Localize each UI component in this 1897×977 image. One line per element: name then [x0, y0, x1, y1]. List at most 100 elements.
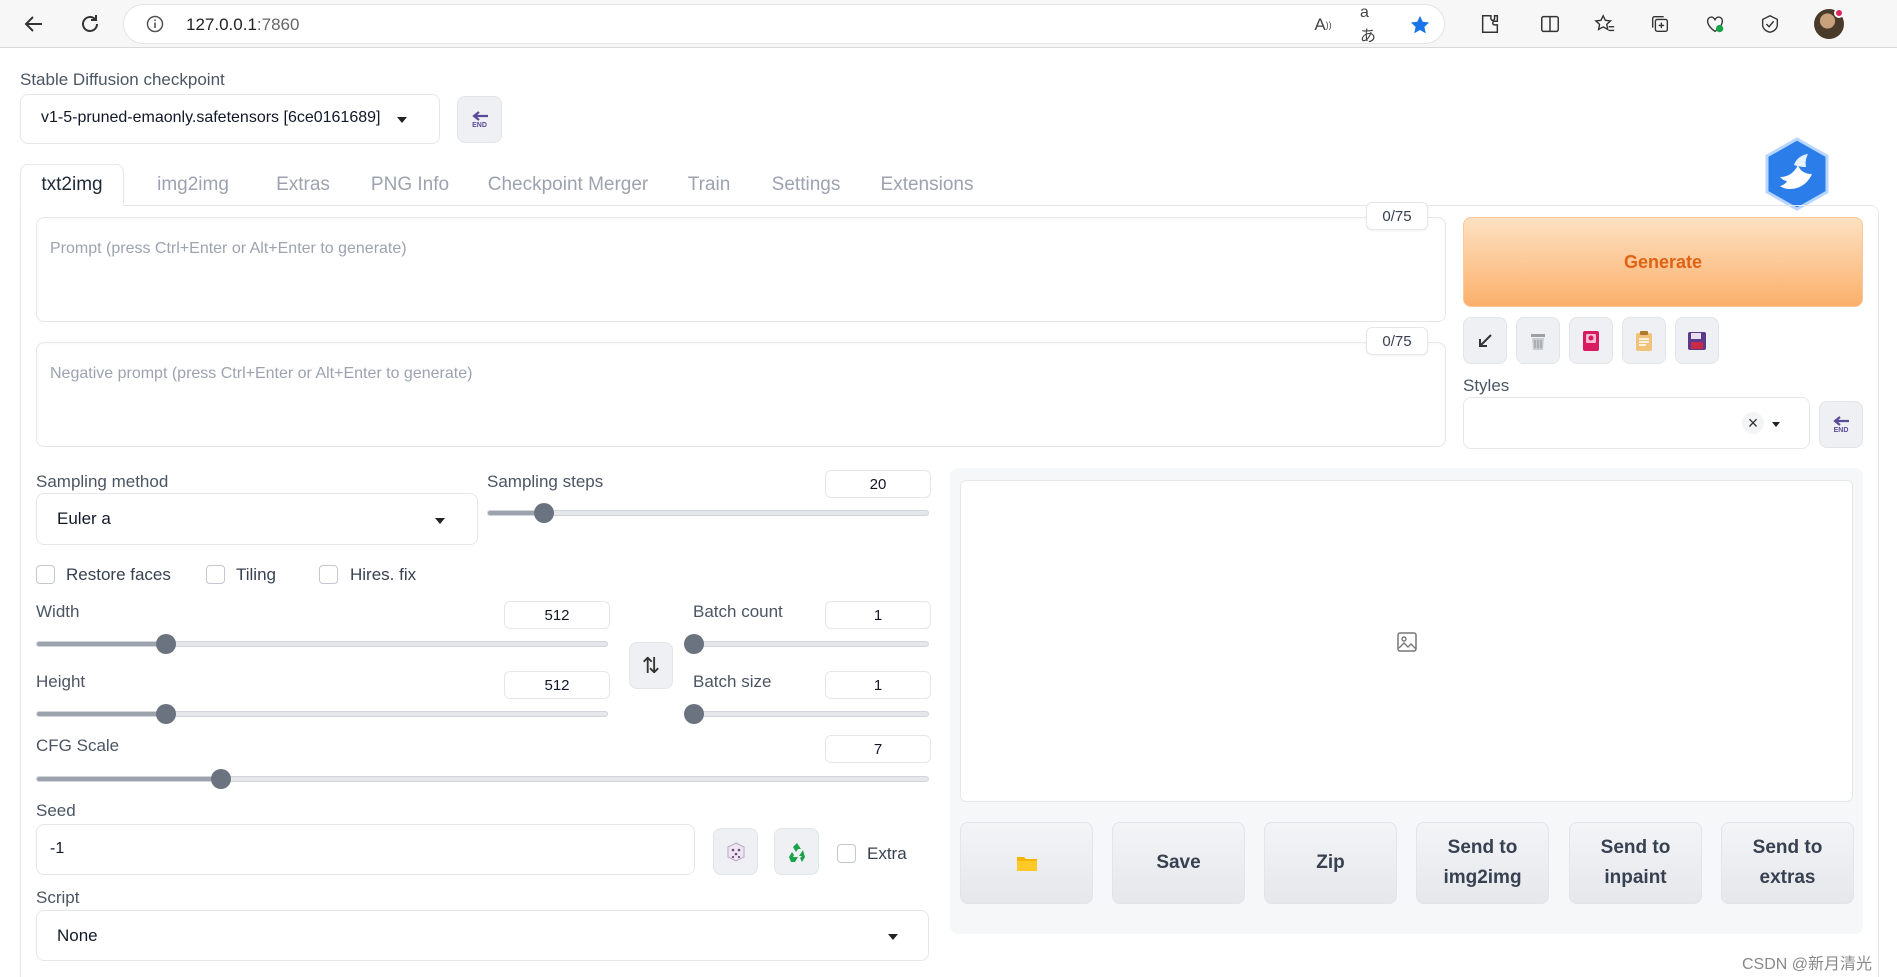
width-input[interactable]: 512 — [504, 601, 610, 629]
slider-thumb[interactable] — [155, 634, 176, 654]
address-bar[interactable]: 127.0.0.1:7860 A)) aあ — [124, 4, 1444, 45]
negative-prompt-textarea[interactable]: Negative prompt (press Ctrl+Enter or Alt… — [36, 342, 1446, 447]
back-button[interactable] — [18, 8, 50, 40]
cfg-scale-slider[interactable] — [36, 769, 929, 789]
profile-status-badge — [1834, 8, 1844, 18]
batch-size-slider[interactable] — [684, 704, 929, 724]
sampling-steps-input[interactable]: 20 — [825, 470, 931, 498]
script-dropdown[interactable]: None — [36, 910, 929, 961]
sampling-steps-slider[interactable] — [487, 503, 929, 523]
prompt-textarea[interactable]: Prompt (press Ctrl+Enter or Alt+Enter to… — [36, 217, 1446, 322]
save-button[interactable]: Save — [1112, 822, 1245, 904]
prompt-placeholder: Prompt (press Ctrl+Enter or Alt+Enter to… — [50, 240, 407, 257]
batch-count-label: Batch count — [693, 602, 783, 621]
width-slider[interactable] — [36, 634, 608, 654]
batch-size-label: Batch size — [693, 672, 772, 691]
translate-icon[interactable]: aあ — [1360, 4, 1382, 45]
tab-png-info[interactable]: PNG Info — [350, 164, 470, 206]
reuse-seed-button[interactable] — [774, 828, 819, 875]
arrow-left-icon — [24, 16, 42, 32]
chevron-down-icon — [1772, 422, 1780, 427]
health-icon[interactable] — [1702, 11, 1728, 37]
performance-icon[interactable] — [1757, 11, 1783, 37]
sampling-method-dropdown[interactable]: Euler a — [36, 493, 478, 545]
slider-thumb[interactable] — [684, 704, 704, 724]
restore-faces-checkbox[interactable] — [36, 565, 55, 584]
tiling-checkbox[interactable] — [206, 565, 225, 584]
clear-icon[interactable]: × — [1742, 412, 1764, 434]
tiling-label: Tiling — [236, 565, 276, 584]
browser-toolbar: 127.0.0.1:7860 A)) aあ — [0, 0, 1897, 48]
negative-prompt-placeholder: Negative prompt (press Ctrl+Enter or Alt… — [50, 365, 473, 382]
favorite-star-icon[interactable] — [1409, 14, 1431, 36]
extensions-icon[interactable] — [1477, 11, 1503, 37]
open-folder-button[interactable] — [960, 822, 1093, 904]
send-to-extras-button[interactable]: Send to extras — [1721, 822, 1854, 904]
read-aloud-icon[interactable]: A)) — [1312, 14, 1334, 36]
extra-networks-button[interactable] — [1569, 317, 1613, 364]
cfg-scale-input[interactable]: 7 — [825, 735, 931, 763]
generate-button[interactable]: Generate — [1463, 217, 1863, 307]
send-to-img2img-button[interactable]: Send to img2img — [1416, 822, 1549, 904]
bird-logo-icon — [1764, 137, 1830, 211]
tab-img2img[interactable]: img2img — [138, 164, 248, 206]
slider-thumb[interactable] — [684, 634, 704, 654]
image-placeholder-icon — [1397, 632, 1417, 652]
tab-checkpoint-merger[interactable]: Checkpoint Merger — [468, 164, 668, 206]
batch-count-slider[interactable] — [684, 634, 929, 654]
extra-seed-checkbox[interactable] — [837, 844, 856, 863]
sampling-method-value: Euler a — [57, 509, 111, 528]
tab-extensions[interactable]: Extensions — [862, 164, 992, 206]
refresh-checkpoint-button[interactable]: END — [457, 96, 502, 143]
clear-prompt-button[interactable] — [1516, 317, 1560, 364]
hires-fix-checkbox[interactable] — [319, 565, 338, 584]
tab-extras[interactable]: Extras — [256, 164, 350, 206]
prompt-token-counter: 0/75 — [1366, 202, 1428, 230]
chevron-down-icon — [435, 518, 445, 524]
clipboard-icon — [1636, 330, 1652, 351]
height-label: Height — [36, 672, 86, 691]
apply-style-button[interactable] — [1622, 317, 1666, 364]
watermark-text: CSDN @新月清光 — [1742, 956, 1873, 973]
sampling-method-label: Sampling method — [36, 472, 169, 491]
script-value: None — [57, 926, 98, 945]
slider-fill — [37, 777, 222, 781]
read-params-button[interactable] — [1463, 317, 1507, 364]
restore-faces-label: Restore faces — [66, 565, 171, 584]
favorites-icon[interactable] — [1592, 11, 1618, 37]
chevron-down-icon — [888, 934, 898, 940]
trash-icon — [1531, 333, 1545, 350]
send-to-inpaint-button[interactable]: Send to inpaint — [1569, 822, 1702, 904]
width-label: Width — [36, 602, 80, 621]
batch-count-input[interactable]: 1 — [825, 601, 931, 629]
zip-button[interactable]: Zip — [1264, 822, 1397, 904]
image-gallery[interactable] — [960, 480, 1853, 802]
red-card-icon — [1583, 330, 1599, 351]
tab-txt2img[interactable]: txt2img — [20, 164, 124, 206]
styles-dropdown[interactable]: × — [1463, 397, 1810, 449]
seed-input[interactable]: -1 — [36, 824, 695, 875]
checkpoint-dropdown[interactable]: v1-5-pruned-emaonly.safetensors [6ce0161… — [20, 94, 440, 144]
tab-train[interactable]: Train — [668, 164, 750, 206]
collections-icon[interactable] — [1647, 11, 1673, 37]
height-input[interactable]: 512 — [504, 671, 610, 699]
refresh-styles-button[interactable]: END — [1819, 401, 1863, 448]
save-style-button[interactable] — [1675, 317, 1719, 364]
reload-button[interactable] — [74, 8, 106, 40]
height-slider[interactable] — [36, 704, 608, 724]
checkpoint-value: v1-5-pruned-emaonly.safetensors [6ce0161… — [41, 109, 381, 126]
recycle-icon — [788, 842, 805, 862]
batch-size-input[interactable]: 1 — [825, 671, 931, 699]
slider-fill — [37, 712, 166, 716]
url-text[interactable]: 127.0.0.1:7860 — [186, 15, 299, 35]
info-icon[interactable] — [146, 15, 164, 33]
slider-thumb[interactable] — [155, 704, 176, 724]
tab-settings[interactable]: Settings — [750, 164, 862, 206]
floppy-disk-icon — [1688, 331, 1706, 350]
random-seed-button[interactable] — [713, 828, 758, 875]
swap-arrows-icon: ⇅ — [641, 652, 661, 678]
slider-thumb[interactable] — [534, 503, 555, 523]
swap-dimensions-button[interactable]: ⇅ — [629, 642, 673, 689]
refresh-end-text: END — [1833, 427, 1849, 434]
split-screen-icon[interactable] — [1537, 11, 1563, 37]
